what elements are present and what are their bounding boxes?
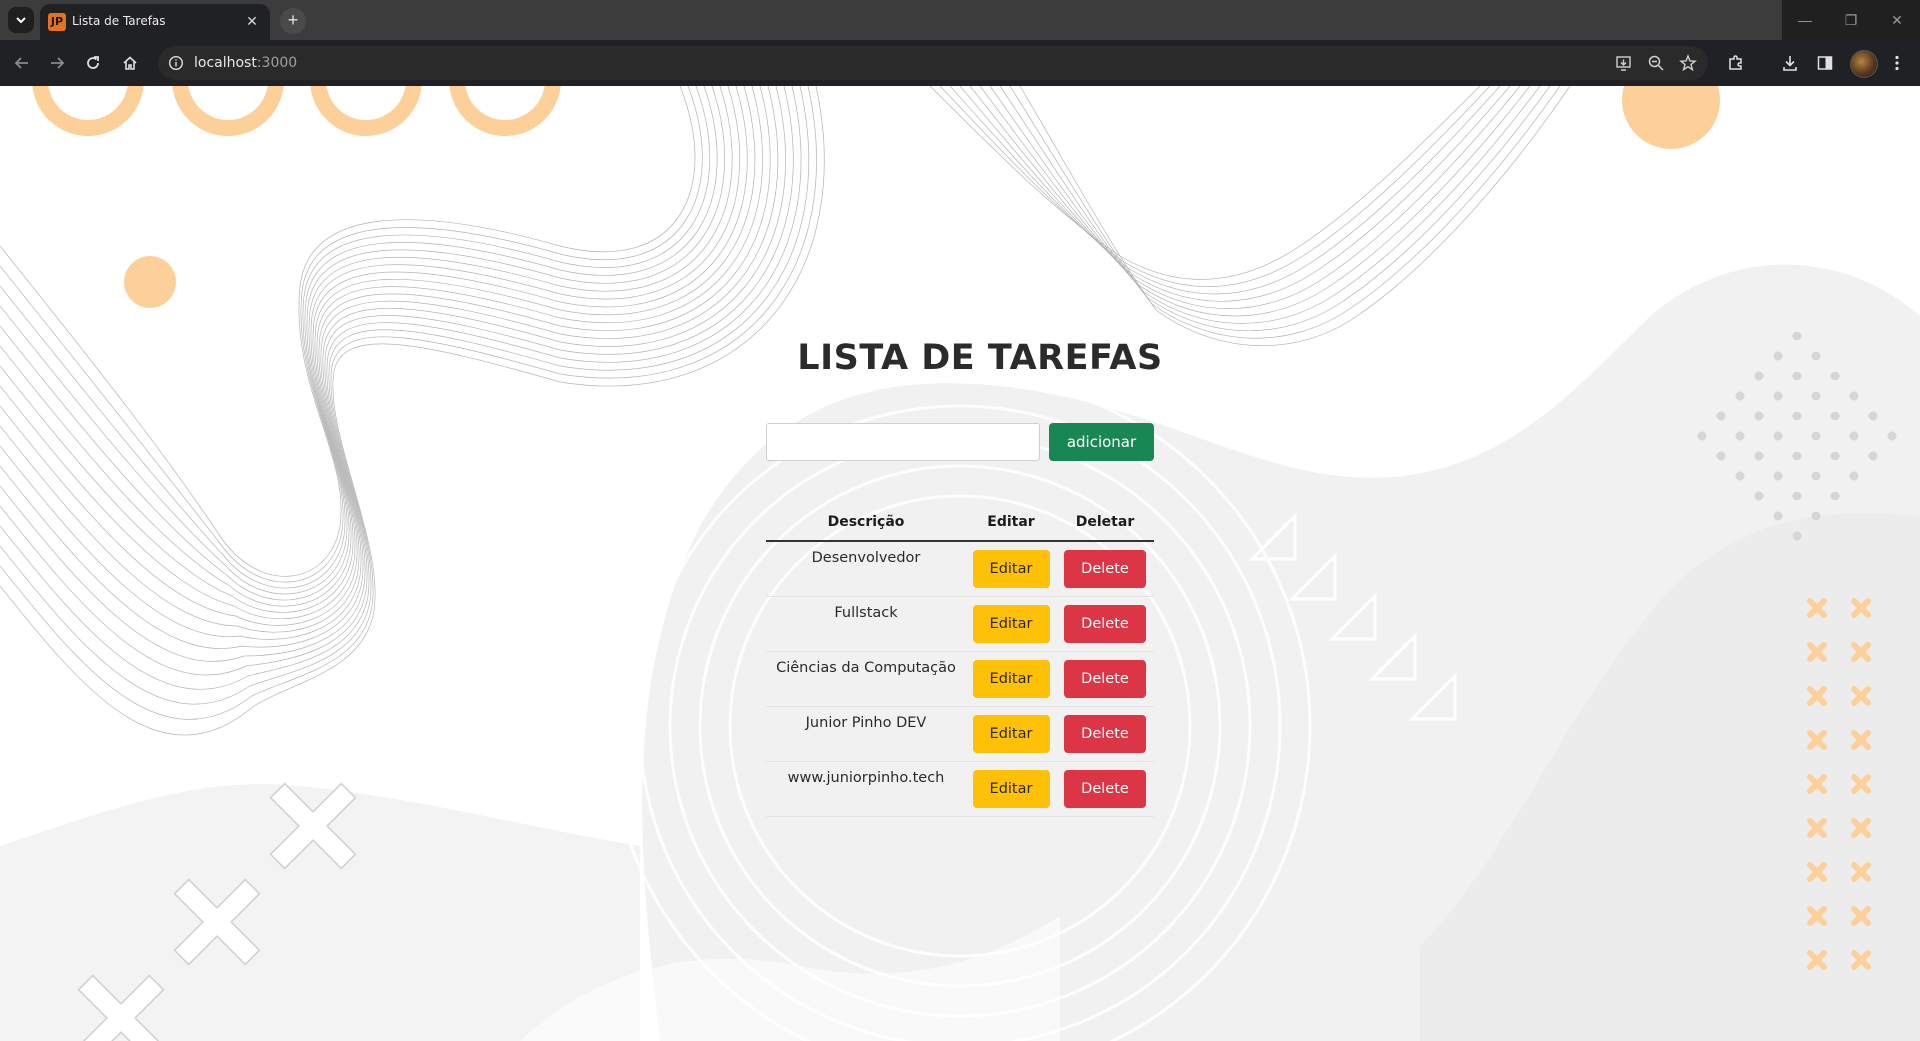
browser-tab[interactable]: JP Lista de Tarefas ✕ [40, 4, 270, 40]
delete-button[interactable]: Delete [1064, 550, 1146, 588]
home-icon [123, 56, 137, 70]
side-panel-icon [1817, 56, 1833, 70]
task-description: Desenvolvedor [766, 541, 966, 597]
column-header-description: Descrição [766, 504, 966, 542]
puzzle-icon [1729, 55, 1742, 70]
home-button[interactable] [118, 51, 142, 75]
edit-cell: Editar [966, 596, 1056, 652]
delete-cell: Delete [1056, 706, 1154, 762]
favicon-icon: JP [48, 13, 66, 31]
table-row: Desenvolvedor Editar Delete [766, 541, 1154, 597]
delete-cell: Delete [1056, 541, 1154, 597]
edit-button[interactable]: Editar [972, 550, 1050, 588]
back-arrow-icon [14, 57, 28, 69]
edit-button[interactable]: Editar [972, 605, 1050, 643]
edit-button[interactable]: Editar [972, 715, 1050, 753]
forward-arrow-icon [51, 57, 65, 69]
forward-button[interactable] [45, 51, 69, 75]
side-panel-button[interactable] [1813, 51, 1837, 75]
table-row: Junior Pinho DEV Editar Delete [766, 706, 1154, 762]
task-description: Junior Pinho DEV [766, 706, 966, 762]
minimize-icon[interactable]: — [1782, 0, 1828, 40]
browser-window: JP Lista de Tarefas ✕ + — ❐ ✕ localhost:… [0, 0, 1920, 1041]
url-port: :3000 [256, 55, 298, 71]
main-content: LISTA DE TAREFAS adicionar Descrição Edi… [0, 86, 1920, 1041]
delete-cell: Delete [1056, 761, 1154, 817]
download-icon [1783, 56, 1797, 71]
window-controls: — ❐ ✕ [1782, 0, 1920, 40]
table-row: Fullstack Editar Delete [766, 596, 1154, 652]
reload-icon [87, 56, 99, 69]
menu-button[interactable] [1885, 51, 1909, 75]
browser-toolbar: localhost:3000 [0, 40, 1920, 86]
zoom-icon[interactable] [1646, 53, 1666, 73]
chevron-down-icon [16, 17, 26, 24]
edit-button[interactable]: Editar [972, 770, 1050, 808]
task-input[interactable] [766, 423, 1040, 461]
install-app-icon[interactable] [1614, 53, 1634, 73]
restore-icon[interactable]: ❐ [1828, 0, 1874, 40]
page-viewport: LISTA DE TAREFAS adicionar Descrição Edi… [0, 86, 1920, 1041]
table-header-row: Descrição Editar Deletar [766, 504, 1154, 542]
task-description: www.juniorpinho.tech [766, 761, 966, 817]
edit-cell: Editar [966, 541, 1056, 597]
address-bar[interactable]: localhost:3000 [158, 46, 1708, 80]
bookmark-star-icon[interactable] [1678, 53, 1698, 73]
profile-avatar[interactable] [1850, 50, 1878, 78]
page-title: LISTA DE TAREFAS [797, 338, 1163, 378]
task-description: Ciências da Computação [766, 651, 966, 707]
edit-button[interactable]: Editar [972, 660, 1050, 698]
edit-cell: Editar [966, 651, 1056, 707]
task-table: Descrição Editar Deletar Desenvolvedor E… [766, 504, 1154, 817]
window-close-icon[interactable]: ✕ [1874, 0, 1920, 40]
delete-button[interactable]: Delete [1064, 715, 1146, 753]
edit-cell: Editar [966, 706, 1056, 762]
reload-button[interactable] [81, 51, 105, 75]
delete-button[interactable]: Delete [1064, 605, 1146, 643]
task-description: Fullstack [766, 596, 966, 652]
column-header-delete: Deletar [1056, 504, 1154, 542]
add-task-button[interactable]: adicionar [1049, 423, 1154, 461]
delete-cell: Delete [1056, 651, 1154, 707]
extensions-button[interactable] [1724, 51, 1748, 75]
delete-cell: Delete [1056, 596, 1154, 652]
edit-cell: Editar [966, 761, 1056, 817]
tab-close-icon[interactable]: ✕ [242, 11, 262, 31]
downloads-button[interactable] [1778, 51, 1802, 75]
tab-search-button[interactable] [8, 7, 34, 33]
new-tab-button[interactable]: + [280, 8, 306, 34]
column-header-edit: Editar [966, 504, 1056, 542]
url-text[interactable]: localhost:3000 [194, 55, 297, 71]
address-bar-actions [1614, 53, 1698, 73]
delete-button[interactable]: Delete [1064, 770, 1146, 808]
url-host: localhost [194, 55, 257, 71]
table-row: www.juniorpinho.tech Editar Delete [766, 761, 1154, 817]
site-info-icon[interactable] [166, 53, 186, 73]
back-button[interactable] [10, 51, 34, 75]
table-row: Ciências da Computação Editar Delete [766, 651, 1154, 707]
kebab-menu-icon [1895, 55, 1899, 71]
delete-button[interactable]: Delete [1064, 660, 1146, 698]
tab-strip: JP Lista de Tarefas ✕ + — ❐ ✕ [0, 0, 1920, 40]
tab-title: Lista de Tarefas [72, 14, 166, 28]
